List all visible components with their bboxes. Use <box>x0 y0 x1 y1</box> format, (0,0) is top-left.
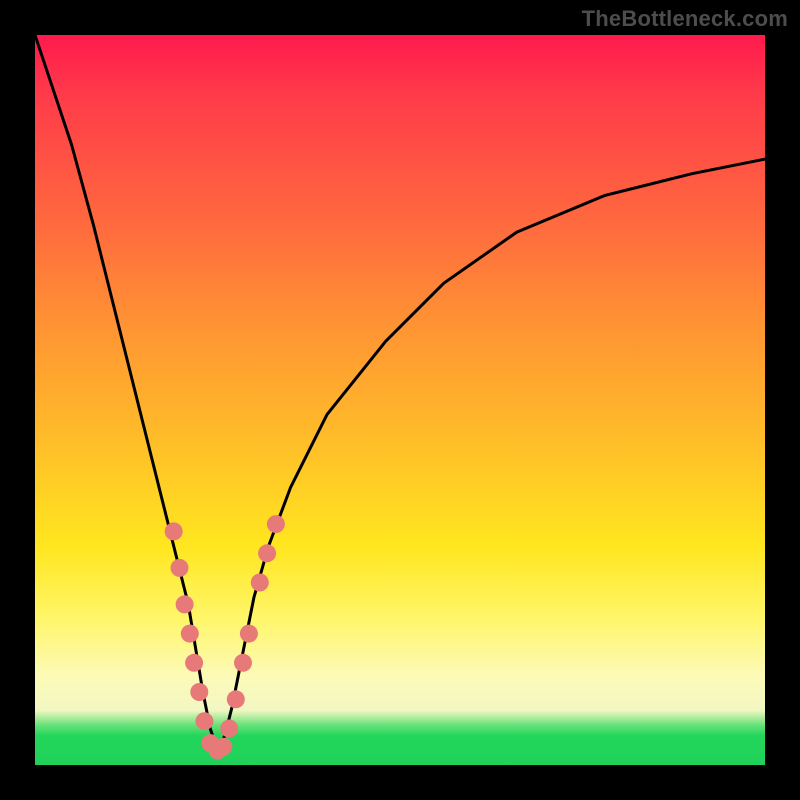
marker-dot <box>181 625 199 643</box>
watermark-text: TheBottleneck.com <box>582 6 788 32</box>
marker-dot <box>234 654 252 672</box>
marker-dot <box>227 690 245 708</box>
chart-svg <box>35 35 765 765</box>
highlighted-points <box>165 515 285 759</box>
bottleneck-curve <box>35 35 765 750</box>
outer-frame: TheBottleneck.com <box>0 0 800 800</box>
marker-dot <box>267 515 285 533</box>
marker-dot <box>176 595 194 613</box>
marker-dot <box>185 654 203 672</box>
marker-dot <box>195 712 213 730</box>
marker-dot <box>220 720 238 738</box>
plot-area <box>35 35 765 765</box>
marker-dot <box>251 574 269 592</box>
marker-dot <box>214 738 232 756</box>
marker-dot <box>171 559 189 577</box>
marker-dot <box>258 544 276 562</box>
marker-dot <box>190 683 208 701</box>
marker-dot <box>165 522 183 540</box>
marker-dot <box>240 625 258 643</box>
curve-path <box>35 35 765 750</box>
